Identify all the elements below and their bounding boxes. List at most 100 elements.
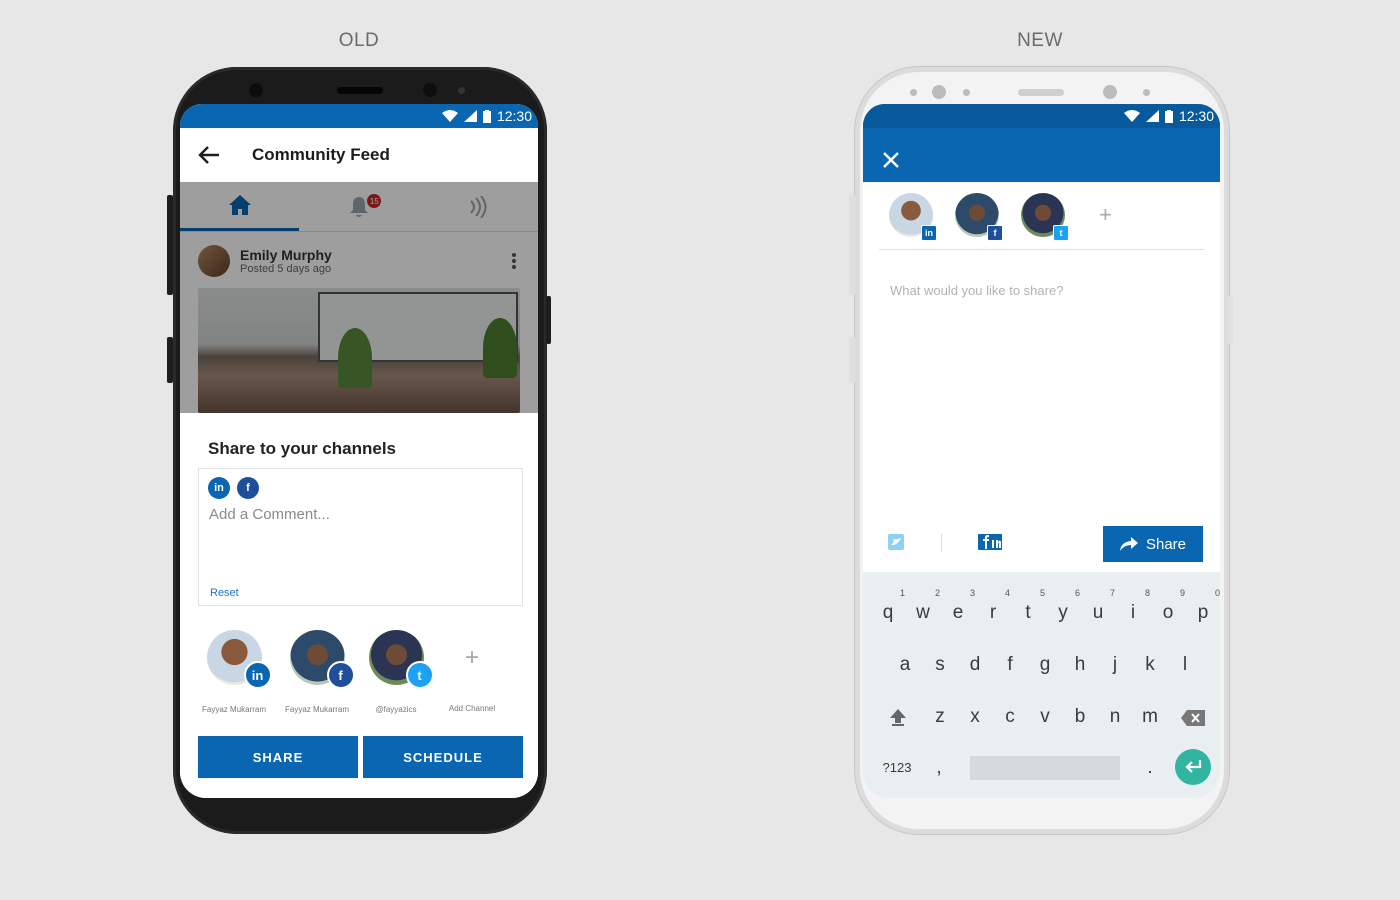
- back-arrow-icon[interactable]: [198, 146, 220, 164]
- status-bar: 12:30: [863, 104, 1220, 128]
- key-hint: 3: [969, 588, 975, 598]
- add-channel-icon[interactable]: +: [1099, 202, 1112, 228]
- key-m[interactable]: m: [1135, 706, 1165, 728]
- symbols-key[interactable]: ?123: [879, 760, 915, 775]
- share-label: Share: [1145, 535, 1187, 553]
- space-bar[interactable]: [970, 756, 1120, 780]
- key-x[interactable]: x: [960, 706, 990, 728]
- key-hint: 9: [1179, 588, 1185, 598]
- power-button: [1228, 296, 1233, 344]
- key-w[interactable]: w2: [908, 588, 940, 624]
- channel-name: @fayyazics: [375, 705, 417, 714]
- key-hint: 6: [1074, 588, 1080, 598]
- sheet-title: Share to your channels: [208, 439, 396, 458]
- channel-avatar-linkedin[interactable]: in: [889, 193, 937, 241]
- signal-icon: [1145, 110, 1159, 122]
- share-text-placeholder[interactable]: What would you like to share?: [890, 283, 1063, 298]
- key-t[interactable]: t5: [1013, 588, 1045, 624]
- key-l[interactable]: l: [1170, 654, 1200, 676]
- reset-link[interactable]: Reset: [210, 587, 239, 599]
- enter-key[interactable]: [1175, 749, 1211, 785]
- scrim-overlay[interactable]: [180, 182, 538, 413]
- facebook-linkedin-toggle-icon[interactable]: [978, 534, 1002, 550]
- key-v[interactable]: v: [1030, 706, 1060, 728]
- key-label: e: [952, 602, 964, 623]
- key-r[interactable]: r4: [978, 588, 1010, 624]
- old-screen: 12:30 Community Feed 15 Emily Murphy Pos…: [180, 104, 538, 798]
- share-button[interactable]: Share: [1103, 526, 1203, 562]
- wifi-icon: [1123, 110, 1140, 122]
- key-hint: 2: [934, 588, 940, 598]
- key-hint: 4: [1004, 588, 1010, 598]
- key-hint: 1: [899, 588, 905, 598]
- share-button[interactable]: SHARE: [198, 736, 358, 778]
- key-label: q: [882, 602, 894, 623]
- status-time: 12:30: [1178, 108, 1214, 124]
- key-u[interactable]: u7: [1083, 588, 1115, 624]
- key-label: o: [1162, 602, 1174, 623]
- channel-facebook[interactable]: f Fayyaz Mukarram: [277, 630, 357, 714]
- backspace-icon[interactable]: [1181, 710, 1205, 726]
- key-y[interactable]: y6: [1048, 588, 1080, 624]
- channel-twitter[interactable]: t @fayyazics: [356, 630, 436, 714]
- schedule-button[interactable]: SCHEDULE: [363, 736, 523, 778]
- key-o[interactable]: o9: [1153, 588, 1185, 624]
- key-hint: 8: [1144, 588, 1150, 598]
- close-icon[interactable]: [882, 151, 900, 169]
- wifi-icon: [441, 110, 458, 122]
- plus-icon: +: [464, 644, 479, 671]
- channel-avatar-facebook[interactable]: f: [955, 193, 1003, 241]
- period-key[interactable]: .: [1135, 757, 1165, 779]
- key-label: y: [1058, 602, 1068, 623]
- key-g[interactable]: g: [1030, 654, 1060, 676]
- toolbar-divider: [941, 534, 942, 552]
- key-a[interactable]: a: [890, 654, 920, 676]
- share-toolbar: Share: [863, 522, 1220, 572]
- linkedin-icon: in: [243, 661, 272, 689]
- channel-list: in Fayyaz Mukarram f Fayyaz Mukarram t @…: [180, 630, 538, 720]
- key-e[interactable]: e3: [943, 588, 975, 624]
- status-bar: 12:30: [180, 104, 538, 128]
- add-channel[interactable]: + Add Channel: [432, 630, 512, 713]
- key-hint: 0: [1214, 588, 1220, 598]
- channel-avatar-twitter[interactable]: t: [1021, 193, 1069, 241]
- key-s[interactable]: s: [925, 654, 955, 676]
- new-screen: 12:30 in f t + What would you like to sh…: [863, 104, 1220, 798]
- battery-icon: [1164, 109, 1173, 123]
- key-c[interactable]: c: [995, 706, 1025, 728]
- battery-icon: [482, 109, 491, 123]
- channel-name: Fayyaz Mukarram: [201, 705, 266, 714]
- bixby-button: [849, 337, 855, 383]
- key-b[interactable]: b: [1065, 706, 1095, 728]
- linkedin-icon: in: [208, 477, 230, 499]
- key-d[interactable]: d: [960, 654, 990, 676]
- app-bar: Community Feed: [180, 128, 538, 182]
- add-channel-label: Add Channel: [448, 704, 496, 713]
- avatar: in: [206, 630, 272, 689]
- selected-channels: in f t +: [879, 182, 1204, 250]
- key-q[interactable]: q1: [873, 588, 905, 624]
- comment-box[interactable]: in f Add a Comment... Reset: [198, 468, 523, 606]
- key-k[interactable]: k: [1135, 654, 1165, 676]
- avatar: t: [368, 630, 434, 689]
- key-i[interactable]: i8: [1118, 588, 1150, 624]
- twitter-icon: t: [1053, 225, 1069, 241]
- key-p[interactable]: p0: [1188, 588, 1220, 624]
- key-h[interactable]: h: [1065, 654, 1095, 676]
- enter-icon: [1185, 760, 1202, 773]
- facebook-icon: f: [326, 661, 355, 689]
- shift-icon[interactable]: [889, 708, 907, 726]
- signal-icon: [463, 110, 477, 122]
- power-button: [546, 296, 551, 344]
- key-hint: 5: [1039, 588, 1045, 598]
- key-j[interactable]: j: [1100, 654, 1130, 676]
- key-n[interactable]: n: [1100, 706, 1130, 728]
- channel-linkedin[interactable]: in Fayyaz Mukarram: [194, 630, 274, 714]
- key-z[interactable]: z: [925, 706, 955, 728]
- key-f[interactable]: f: [995, 654, 1025, 676]
- comma-key[interactable]: ,: [924, 757, 954, 779]
- keyboard: q1w2e3r4t5y6u7i8o9p0 asdfghjkl zxcvbnm ?…: [863, 572, 1220, 798]
- key-label: w: [916, 602, 930, 623]
- twitter-toggle-icon[interactable]: [888, 534, 904, 550]
- facebook-icon: f: [237, 477, 259, 499]
